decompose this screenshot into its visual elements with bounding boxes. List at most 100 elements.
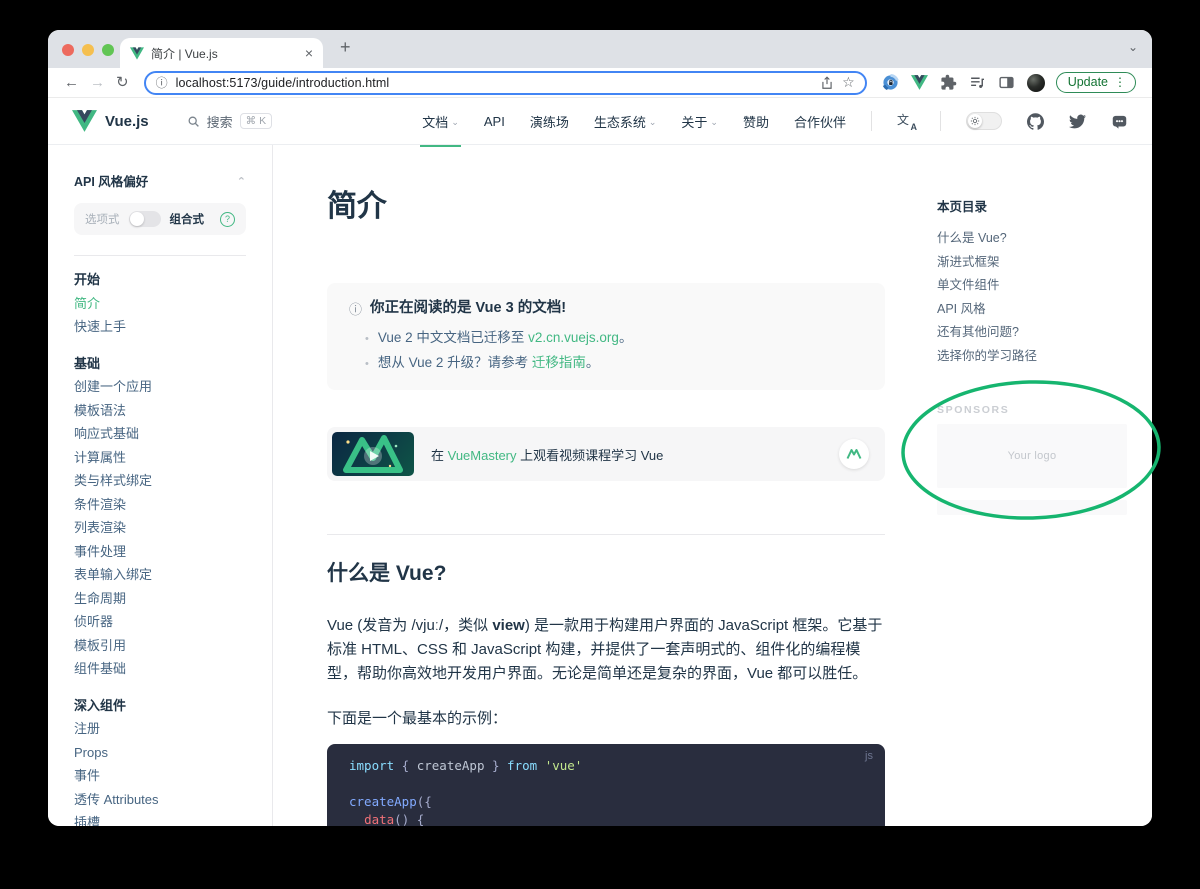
video-thumbnail[interactable]	[332, 432, 414, 476]
search-shortcut: ⌘ K	[240, 113, 272, 129]
discord-link[interactable]	[1111, 113, 1128, 130]
privacy-extension-icon[interactable]	[882, 74, 900, 92]
vuemastery-link[interactable]: VueMastery	[448, 448, 517, 463]
page-title: 简介	[327, 189, 885, 225]
new-tab-button[interactable]: +	[340, 37, 351, 58]
sidebar-item[interactable]: 组件基础	[74, 657, 246, 681]
nav-item[interactable]: 合作伙伴	[794, 112, 846, 131]
sidebar-group: 深入组件注册Props事件透传 Attributes插槽	[74, 694, 246, 827]
info-list-item: •想从 Vue 2 升级？请参考 迁移指南。	[359, 351, 863, 376]
forward-button: →	[90, 75, 105, 90]
profile-avatar[interactable]	[1027, 74, 1045, 92]
nav-item[interactable]: 演练场	[530, 112, 569, 131]
search-button[interactable]: 搜索 ⌘ K	[187, 112, 272, 131]
nav-item[interactable]: 赞助	[743, 112, 769, 131]
translate-icon[interactable]: 文 A	[897, 113, 915, 129]
sponsors-label: SPONSORS	[937, 404, 1137, 416]
sidebar-item[interactable]: 事件处理	[74, 540, 246, 564]
sidebar-group-title: 基础	[74, 352, 246, 376]
code-line: data() {	[349, 811, 863, 826]
address-bar[interactable]: ⓘ localhost:5173/guide/introduction.html…	[144, 71, 867, 95]
search-icon	[187, 115, 200, 128]
tab-search-chevron-icon[interactable]: ⌄	[1128, 40, 1138, 54]
inline-link[interactable]: 迁移指南	[532, 355, 586, 370]
sidebar-item[interactable]: 模板引用	[74, 634, 246, 658]
site-info-icon[interactable]: ⓘ	[156, 74, 168, 91]
update-label: Update	[1068, 75, 1108, 89]
share-icon[interactable]	[820, 76, 834, 90]
nav-item[interactable]: 生态系统⌄	[594, 112, 657, 131]
vue-devtools-extension-icon[interactable]	[911, 74, 929, 92]
tab-close-icon[interactable]: ×	[305, 45, 313, 61]
sidebar-item[interactable]: 创建一个应用	[74, 375, 246, 399]
sidebar-item[interactable]: 注册	[74, 717, 246, 741]
sponsor-placeholder-secondary[interactable]	[937, 500, 1127, 515]
bookmark-star-icon[interactable]: ☆	[842, 74, 855, 91]
sidebar-item[interactable]: 事件	[74, 764, 246, 788]
code-block: js import { createApp } from 'vue' creat…	[327, 744, 885, 826]
api-style-toggle[interactable]	[129, 211, 161, 227]
toc-item[interactable]: API 风格	[937, 298, 1137, 322]
chevron-down-icon: ⌄	[710, 117, 718, 128]
collapse-chevron-icon[interactable]: ⌃	[237, 173, 246, 191]
update-button[interactable]: Update ⋮	[1056, 72, 1136, 93]
back-button[interactable]: ←	[64, 75, 79, 90]
theme-toggle[interactable]	[966, 112, 1002, 130]
browser-menu-icon[interactable]: ⋮	[1114, 75, 1126, 89]
media-controls-icon[interactable]	[969, 74, 987, 92]
inline-link[interactable]: v2.cn.vuejs.org	[528, 330, 619, 345]
sidebar-item[interactable]: 简介	[74, 292, 246, 316]
search-label: 搜索	[207, 112, 233, 131]
sidebar-item[interactable]: 模板语法	[74, 399, 246, 423]
sponsor-placeholder[interactable]: Your logo	[937, 424, 1127, 488]
sidebar-item[interactable]: 侦听器	[74, 610, 246, 634]
sidebar-item[interactable]: 快速上手	[74, 315, 246, 339]
toc-item[interactable]: 还有其他问题?	[937, 321, 1137, 345]
sidebar-item[interactable]: 条件渲染	[74, 493, 246, 517]
site-header: Vue.js 搜索 ⌘ K 文档⌄ API 演练场 生态系统⌄ 关于⌄ 赞助 合作伙伴 文 …	[48, 98, 1152, 145]
example-lead-paragraph: 下面是一个最基本的示例：	[327, 708, 885, 730]
sidebar-item[interactable]: Props	[74, 741, 246, 765]
toc-item[interactable]: 什么是 Vue?	[937, 227, 1137, 251]
vue-favicon-icon	[130, 47, 144, 60]
site-content: API 风格偏好 ⌃ 选项式 组合式 ? 开始简介快速上手基础创建一个应用模板语…	[48, 145, 1152, 826]
vuemastery-banner[interactable]: 在 VueMastery 上观看视频课程学习 Vue	[327, 427, 885, 481]
sidebar-item[interactable]: 计算属性	[74, 446, 246, 470]
side-panel-icon[interactable]	[998, 74, 1016, 92]
reload-button[interactable]: ↻	[116, 75, 129, 90]
browser-tab[interactable]: 简介 | Vue.js ×	[120, 38, 323, 68]
twitter-link[interactable]	[1069, 113, 1086, 130]
theme-toggle-knob	[968, 114, 982, 128]
sidebar-group: 开始简介快速上手	[74, 268, 246, 339]
info-callout: ⓘ 你正在阅读的是 Vue 3 的文档! •Vue 2 中文文档已迁移至 v2.…	[327, 283, 885, 390]
info-list-item: •Vue 2 中文文档已迁移至 v2.cn.vuejs.org。	[359, 326, 863, 351]
sidebar-item[interactable]: 类与样式绑定	[74, 469, 246, 493]
composition-api-label[interactable]: 组合式	[170, 211, 205, 227]
options-api-label[interactable]: 选项式	[85, 211, 120, 227]
sidebar-item[interactable]: 插槽	[74, 811, 246, 826]
sidebar-item[interactable]: 生命周期	[74, 587, 246, 611]
toc-item[interactable]: 单文件组件	[937, 274, 1137, 298]
api-preference-title: API 风格偏好 ⌃	[74, 173, 246, 191]
vuemastery-logo	[839, 439, 869, 469]
window-zoom-button[interactable]	[102, 44, 114, 56]
sidebar-item[interactable]: 透传 Attributes	[74, 788, 246, 812]
window-minimize-button[interactable]	[82, 44, 94, 56]
nav-item[interactable]: 文档⌄	[422, 112, 459, 131]
bullet-icon: •	[365, 358, 369, 370]
discord-icon	[1111, 113, 1128, 130]
nav-item[interactable]: API	[484, 114, 505, 129]
toc-item[interactable]: 渐进式框架	[937, 251, 1137, 275]
url-text[interactable]: localhost:5173/guide/introduction.html	[176, 76, 813, 90]
window-close-button[interactable]	[62, 44, 74, 56]
sidebar-item[interactable]: 响应式基础	[74, 422, 246, 446]
vue-logo-home-link[interactable]: Vue.js	[72, 110, 149, 132]
help-icon[interactable]: ?	[220, 212, 235, 227]
github-link[interactable]	[1027, 113, 1044, 130]
nav-item[interactable]: 关于⌄	[681, 112, 718, 131]
api-preference-switch: 选项式 组合式 ?	[74, 203, 246, 235]
sidebar-item[interactable]: 表单输入绑定	[74, 563, 246, 587]
toc-item[interactable]: 选择你的学习路径	[937, 345, 1137, 369]
sidebar-item[interactable]: 列表渲染	[74, 516, 246, 540]
extensions-puzzle-icon[interactable]	[940, 74, 958, 92]
